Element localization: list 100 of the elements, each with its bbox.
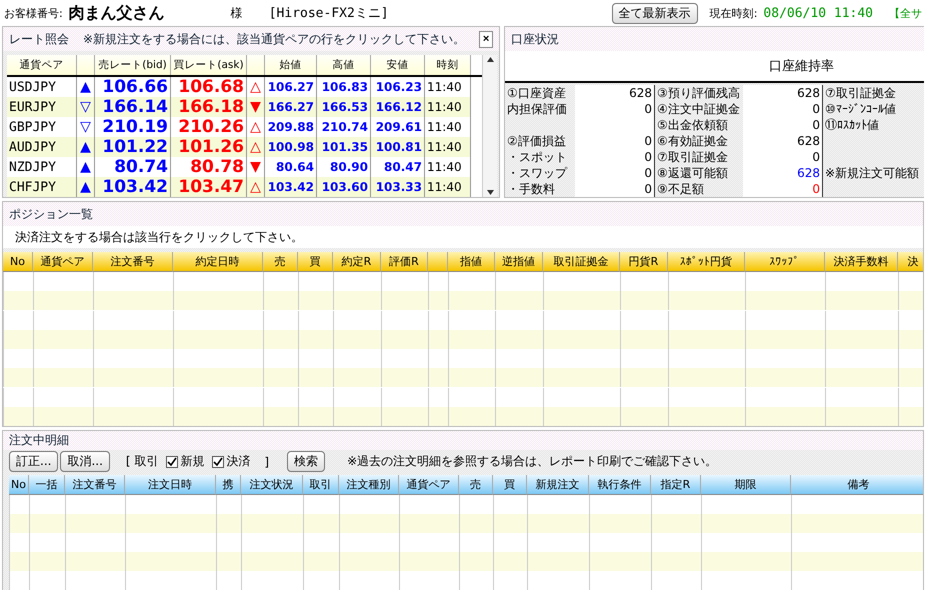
bid-cell: 166.14: [95, 97, 171, 117]
rate-row[interactable]: GBPJPY ▽ 210.19 210.26 △ 209.88 210.74 209.61 11:40: [7, 117, 482, 137]
column-header: 通貨ペア: [7, 55, 77, 75]
column-header: 高値: [317, 55, 371, 75]
time-label: 現在時刻:: [710, 6, 758, 20]
account-label: ・スポット: [506, 149, 568, 165]
column-header: 時刻: [425, 55, 471, 75]
account-label: ⑩ﾏｰｼﾞﾝｺｰﾙ値: [824, 101, 897, 117]
section-title: 注文中明細: [9, 432, 69, 450]
order-note: ※過去の注文明細を参照する場合は、レポート印刷でご確認下さい。: [347, 453, 718, 470]
check-icon: [213, 456, 224, 467]
high-cell: 101.35: [317, 137, 371, 157]
filter-checkbox[interactable]: 決済: [212, 453, 250, 470]
time-cell: 11:40: [425, 157, 471, 177]
trend-mark: △: [247, 177, 265, 197]
high-cell: 103.60: [317, 177, 371, 197]
account-label: ⑦取引証拠金: [824, 85, 897, 101]
column-header: 決済手数料: [825, 252, 898, 272]
column-header: 決: [898, 252, 923, 272]
customer-label: お客様番号:: [4, 6, 63, 20]
scroll-up-icon[interactable]: [486, 55, 494, 64]
bid-cell: 103.42: [95, 177, 171, 197]
column-header: 買: [493, 475, 527, 495]
low-cell: 166.12: [371, 97, 425, 117]
search-button[interactable]: 検索: [287, 451, 326, 472]
position-note: 決済注文をする場合は該当行をクリックして下さい。: [15, 228, 303, 246]
account-value: 628: [743, 85, 823, 101]
column-header: 売: [263, 252, 298, 272]
column-header: ｽﾎﾟｯﾄ円貨: [668, 252, 745, 272]
account-value: 628: [743, 165, 823, 181]
account-value: 0: [743, 101, 823, 117]
trend-mark: ▽: [77, 117, 95, 137]
account-value: 628: [743, 133, 823, 149]
column-header: [247, 55, 265, 75]
open-cell: 103.42: [265, 177, 317, 197]
trend-mark: ▲: [77, 77, 95, 97]
column-header: 売: [459, 475, 493, 495]
account-label: 内担保評価: [506, 101, 568, 117]
rate-row[interactable]: NZDJPY ▲ 80.74 80.78 ▼ 80.64 80.90 80.47 11:40: [7, 157, 482, 177]
column-header: 通貨ペア: [399, 475, 459, 495]
column-header: 取引証拠金: [543, 252, 620, 272]
account-label: ⑥有効証拠金: [656, 133, 729, 149]
column-header: ｽﾜｯﾌﾟ: [745, 252, 825, 272]
time-cell: 11:40: [425, 177, 471, 197]
trend-mark: △: [247, 137, 265, 157]
column-header: 買: [298, 252, 333, 272]
pair-cell: NZDJPY: [7, 157, 77, 177]
close-button[interactable]: ×: [479, 30, 493, 48]
current-time: 08/06/10 11:40: [763, 6, 873, 20]
account-value: 0: [743, 149, 823, 165]
trend-mark: ▼: [247, 97, 265, 117]
account-label: ③預り評価残高: [656, 85, 741, 101]
notice-text: 【全サ: [889, 6, 922, 20]
rate-row[interactable]: AUDJPY ▲ 101.22 101.26 △ 100.98 101.35 100.81 11:40: [7, 137, 482, 157]
trend-mark: ▲: [77, 177, 95, 197]
order-action-button[interactable]: 取消...: [60, 451, 110, 472]
order-action-button[interactable]: 訂正...: [9, 451, 58, 472]
account-label: ⑪ﾛｽｶｯﾄ値: [824, 117, 880, 133]
ask-cell: 101.26: [171, 137, 247, 157]
column-header: 通貨ペア: [33, 252, 93, 272]
account-value: 628: [575, 85, 655, 101]
trend-mark: △: [247, 77, 265, 97]
column-header: 安値: [371, 55, 425, 75]
account-value: 0: [575, 149, 655, 165]
column-header: 始値: [265, 55, 317, 75]
column-header: 評価R: [381, 252, 428, 272]
pair-cell: CHFJPY: [7, 177, 77, 197]
column-header: 携: [216, 475, 241, 495]
column-header: [77, 55, 95, 75]
section-title: ポジション一覧: [9, 206, 93, 222]
account-label: ⑧返還可能額: [656, 165, 729, 181]
column-header: 注文番号: [93, 252, 173, 272]
filter-bracket: ]: [264, 454, 270, 469]
account-value: 0: [575, 181, 655, 197]
scroll-down-icon[interactable]: [486, 188, 494, 197]
low-cell: 100.81: [371, 137, 425, 157]
pair-cell: USDJPY: [7, 77, 77, 97]
filter-checkbox[interactable]: 新規: [166, 453, 204, 470]
account-value: 0: [743, 181, 823, 197]
trend-mark: ▲: [77, 137, 95, 157]
column-header: 注文種別: [339, 475, 399, 495]
trend-mark: ▲: [77, 157, 95, 177]
time-cell: 11:40: [425, 117, 471, 137]
column-header: 約定日時: [173, 252, 263, 272]
rate-row[interactable]: USDJPY ▲ 106.66 106.68 △ 106.27 106.83 106.23 11:40: [7, 77, 482, 97]
scrollbar[interactable]: [482, 55, 497, 197]
high-cell: 166.53: [317, 97, 371, 117]
account-label: ※新規注文可能額: [824, 165, 920, 181]
rate-row[interactable]: CHFJPY ▲ 103.42 103.47 △ 103.42 103.60 103.33 11:40: [7, 177, 482, 197]
column-header: 指定R: [651, 475, 701, 495]
rate-row[interactable]: EURJPY ▽ 166.14 166.18 ▼ 166.27 166.53 166.12 11:40: [7, 97, 482, 117]
refresh-all-button[interactable]: 全て最新表示: [612, 2, 698, 24]
column-header: 注文状況: [241, 475, 303, 495]
product-name: [Hirose-FX2ミニ]: [268, 5, 389, 22]
pair-cell: AUDJPY: [7, 137, 77, 157]
account-label: ・スワップ: [506, 165, 568, 181]
customer-name: 肉まん父さん: [68, 2, 165, 24]
filter-bracket: [ 取引: [126, 453, 158, 470]
column-header: 指値: [448, 252, 495, 272]
low-cell: 103.33: [371, 177, 425, 197]
